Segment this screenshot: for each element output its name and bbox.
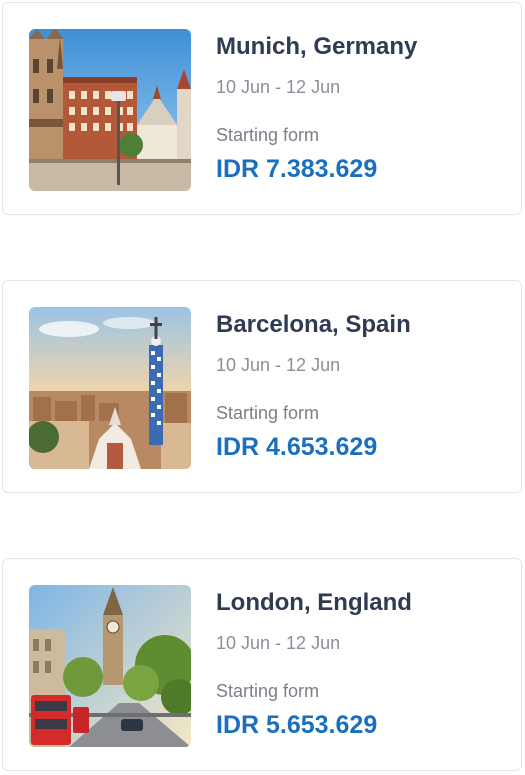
starting-price-label: Starting form [216,403,320,423]
destination-title: Barcelona, Spain [216,311,411,338]
destination-list: Munich, Germany 10 Jun - 12 Jun Starting… [0,0,525,775]
price-value: IDR 5.653.629 [216,711,378,739]
barcelona-photo [29,307,191,469]
price-value: IDR 7.383.629 [216,155,378,183]
destination-title: London, England [216,589,412,616]
munich-photo [29,29,191,191]
travel-dates: 10 Jun - 12 Jun [216,355,341,375]
destination-card-munich[interactable]: Munich, Germany 10 Jun - 12 Jun Starting… [2,2,522,215]
destination-title: Munich, Germany [216,33,418,60]
london-photo [29,585,191,747]
travel-dates: 10 Jun - 12 Jun [216,77,341,97]
starting-price-label: Starting form [216,125,320,145]
travel-dates: 10 Jun - 12 Jun [216,633,341,653]
starting-price-label: Starting form [216,681,320,701]
destination-card-london[interactable]: London, England 10 Jun - 12 Jun Starting… [2,558,522,771]
price-value: IDR 4.653.629 [216,433,378,461]
destination-card-barcelona[interactable]: Barcelona, Spain 10 Jun - 12 Jun Startin… [2,280,522,493]
